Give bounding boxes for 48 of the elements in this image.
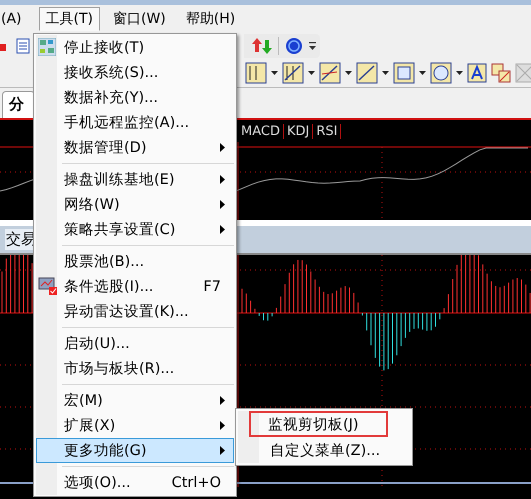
drawing-tool-icon[interactable] bbox=[319, 62, 341, 84]
indicator-tab[interactable]: RSI bbox=[313, 124, 342, 138]
menu-item[interactable]: 手机远程监控(A)... bbox=[36, 110, 234, 135]
menu-item[interactable]: 监视剪切板(J) bbox=[249, 411, 388, 437]
text-tool-icon[interactable] bbox=[467, 63, 487, 83]
chart-check-icon bbox=[38, 277, 58, 295]
menu-bar-item[interactable]: 工具(T) bbox=[38, 6, 100, 30]
menu-item[interactable]: 选项(O)... Ctrl+O bbox=[36, 470, 234, 495]
menu-item[interactable]: 停止接收(T) bbox=[36, 35, 234, 60]
menu-bar-item[interactable]: 窗口(W) bbox=[106, 6, 173, 30]
menu-gutter bbox=[238, 411, 259, 463]
up-down-arrows-icon[interactable] bbox=[252, 36, 272, 56]
menu-item[interactable]: 启动(U)... bbox=[36, 331, 234, 356]
menu-item[interactable]: 条件选股(I)... F7 bbox=[36, 274, 234, 299]
dropdown-caret-icon[interactable] bbox=[308, 71, 315, 75]
indicator-tab[interactable]: MACD bbox=[238, 124, 284, 138]
drawing-tool-icon[interactable] bbox=[393, 62, 415, 84]
drawing-tool-icon[interactable] bbox=[282, 62, 304, 84]
menu-item[interactable]: 操盘训练基地(E) bbox=[36, 167, 234, 192]
menu-bar-item[interactable]: (A) bbox=[0, 8, 29, 30]
menu-item[interactable]: 数据管理(D) bbox=[36, 135, 234, 160]
menu-item[interactable]: 自定义菜单(Z)... bbox=[238, 437, 410, 463]
network-icon bbox=[38, 38, 56, 56]
menu-item[interactable]: 市场与板块(R)... bbox=[36, 356, 234, 381]
drawing-tool-icon[interactable] bbox=[430, 62, 452, 84]
menu-item[interactable]: 扩展(X) bbox=[36, 413, 234, 438]
menu-item[interactable]: 宏(M) bbox=[36, 388, 234, 413]
menu-item[interactable]: 数据补充(Y)... bbox=[36, 85, 234, 110]
document-icon[interactable] bbox=[14, 36, 32, 54]
menu-bar-item[interactable]: 帮助(H) bbox=[178, 6, 242, 30]
menu-item[interactable]: 接收系统(S)... bbox=[36, 60, 234, 85]
menu-item[interactable]: 网络(W) bbox=[36, 192, 234, 217]
dropdown-caret-icon[interactable] bbox=[271, 71, 278, 75]
dropdown-caret-icon[interactable] bbox=[382, 71, 389, 75]
menu-item[interactable]: 策略共享设置(C) bbox=[36, 217, 234, 242]
drawing-tool-icon[interactable] bbox=[356, 62, 378, 84]
indicator-tab[interactable]: KDJ bbox=[284, 124, 314, 138]
overflow-icon[interactable] bbox=[309, 40, 316, 50]
drawing-tool-icon[interactable] bbox=[245, 62, 267, 84]
dropdown-caret-icon[interactable] bbox=[419, 71, 426, 75]
chart-tab[interactable]: 分 bbox=[2, 91, 35, 118]
menu-item[interactable]: 异动雷达设置(K)... bbox=[36, 299, 234, 324]
menu-item[interactable]: 股票池(B)... bbox=[36, 249, 234, 274]
menu-item[interactable]: 更多功能(G) bbox=[36, 438, 234, 463]
copy-shapes-icon[interactable] bbox=[491, 63, 511, 83]
dropdown-caret-icon[interactable] bbox=[456, 71, 463, 75]
dropdown-caret-icon[interactable] bbox=[345, 71, 352, 75]
help-icon[interactable] bbox=[285, 36, 303, 54]
